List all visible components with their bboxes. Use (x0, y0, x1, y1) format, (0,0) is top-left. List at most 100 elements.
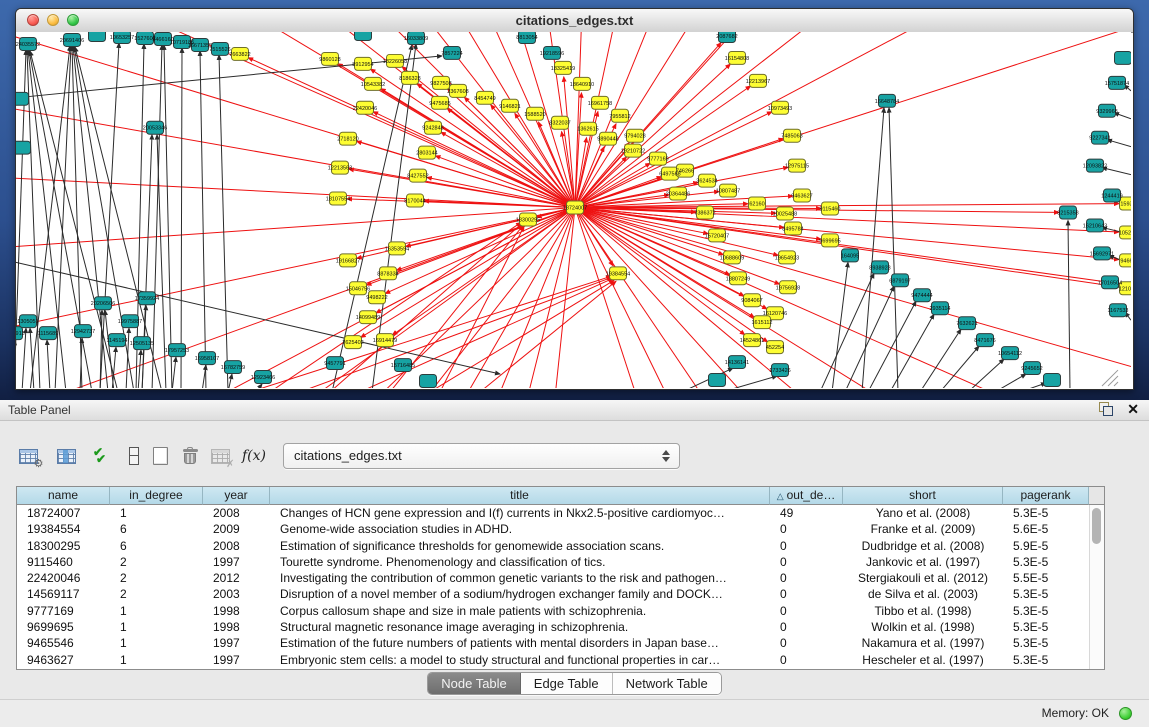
network-canvas[interactable]: 1872400718300295193845547663822986012889… (16, 32, 1131, 388)
table-cell-out_de: 0 (770, 586, 843, 602)
graph-node-label: 24035572 (16, 42, 40, 48)
table-row[interactable]: 946554611997Estimation of the future num… (17, 635, 1104, 651)
table-tabs: Node TableEdge TableNetwork Table (427, 672, 722, 695)
graph-node[interactable] (355, 32, 372, 40)
graph-node-label: 18325419 (551, 66, 575, 72)
show-columns-icon[interactable] (52, 442, 80, 470)
column-header-in_degree[interactable]: in_degree (110, 487, 203, 505)
column-header-title[interactable]: title (270, 487, 770, 505)
graph-node-label: 10973493 (768, 106, 792, 112)
tab-node-table[interactable]: Node Table (428, 673, 521, 694)
table-source-dropdown[interactable]: citations_edges.txt (283, 443, 680, 469)
graph-node-label: 9699695 (819, 238, 840, 244)
graph-node-label: 1244419 (1101, 194, 1122, 200)
table-cell-year: 1998 (203, 603, 270, 619)
delete-columns-icon[interactable] (176, 442, 204, 470)
graph-node-label: 8215358 (1057, 210, 1078, 216)
table-cell-title: Embryonic stem cells: a model to study s… (270, 652, 770, 668)
column-header-pagerank[interactable]: pagerank (1003, 487, 1089, 505)
select-all-columns-icon[interactable]: ✔✔ (88, 442, 116, 470)
table-cell-pagerank: 5.3E-5 (1003, 652, 1089, 668)
column-header-out_de[interactable]: △out_de… (770, 487, 843, 505)
table-cell-year: 1997 (203, 652, 270, 668)
graph-node-label: 7515526 (209, 47, 230, 53)
graph-node[interactable] (16, 141, 31, 154)
table-cell-in_degree: 6 (110, 538, 203, 554)
float-panel-icon[interactable] (1099, 402, 1113, 416)
column-header-name[interactable]: name (17, 487, 110, 505)
table-row[interactable]: 1872400712008Changes of HCN gene express… (17, 505, 1104, 521)
table-cell-year: 2009 (203, 521, 270, 537)
citation-graph[interactable]: 1872400718300295193845547663822986012889… (16, 32, 1131, 388)
table-cell-name: 22420046 (17, 570, 110, 586)
graph-node[interactable] (420, 375, 437, 388)
table-cell-in_degree: 1 (110, 652, 203, 668)
table-cell-out_de: 0 (770, 570, 843, 586)
graph-node[interactable] (16, 92, 29, 105)
table-row[interactable]: 977716911998Corpus callosum shape and si… (17, 603, 1104, 619)
tab-edge-table[interactable]: Edge Table (521, 673, 613, 694)
graph-node-label: 8427552 (407, 174, 428, 180)
network-window-titlebar[interactable]: citations_edges.txt (16, 9, 1133, 33)
graph-node-label: 12213967 (746, 79, 770, 85)
graph-node-label: 9475685 (429, 101, 450, 107)
table-row[interactable]: 911546021997Tourette syndrome. Phenomeno… (17, 554, 1104, 570)
graph-node-label: 7857224 (441, 51, 462, 57)
graph-node-label: 18807249 (726, 276, 750, 282)
network-window-title: citations_edges.txt (16, 9, 1133, 32)
create-new-column-icon[interactable] (146, 442, 174, 470)
table-cell-title: Structural magnetic resonance image aver… (270, 619, 770, 635)
graph-node-label: 19166827 (336, 258, 360, 264)
graph-node-label: 9474444 (911, 293, 932, 299)
graph-node-label: 19210722 (621, 149, 645, 155)
graph-node-label: 12942737 (71, 329, 95, 335)
table-row[interactable]: 946362711997Embryonic stem cells: a mode… (17, 652, 1104, 668)
table-cell-in_degree: 2 (110, 570, 203, 586)
table-panel: Table Panel ✕ ⚙✔✔✗f(x) citations_edges.t… (0, 400, 1149, 727)
table-scrollbar[interactable] (1089, 505, 1104, 669)
delete-table-icon[interactable]: ✗ (206, 442, 234, 470)
graph-node[interactable] (1044, 374, 1061, 387)
table-cell-year: 2008 (203, 505, 270, 521)
column-header-short[interactable]: short (843, 487, 1003, 505)
table-rows: 1872400712008Changes of HCN gene express… (17, 505, 1104, 668)
graph-node-label: 15046756 (346, 286, 370, 292)
table-cell-short: Jankovic et al. (1997) (843, 554, 1003, 570)
unselect-all-columns-icon[interactable] (120, 442, 148, 470)
memory-status-icon (1119, 707, 1132, 720)
graph-node-label: 8322037 (549, 121, 570, 127)
graph-node-label: 12213563 (328, 166, 352, 172)
table-cell-out_de: 0 (770, 619, 843, 635)
network-window[interactable]: citations_edges.txt 18724007183002951938… (15, 8, 1134, 390)
graph-node-label: 9245652 (1021, 366, 1042, 372)
close-panel-icon[interactable]: ✕ (1127, 402, 1139, 416)
graph-node-label: 16120746 (763, 311, 787, 317)
graph-node[interactable] (1115, 51, 1132, 64)
table-row[interactable]: 1456911722003Disruption of a novel membe… (17, 586, 1104, 602)
table-cell-in_degree: 2 (110, 586, 203, 602)
table-cell-out_de: 0 (770, 538, 843, 554)
scrollbar-thumb[interactable] (1092, 508, 1101, 544)
node-table[interactable]: namein_degreeyeartitle△out_de…shortpager… (16, 486, 1105, 670)
graph-node-label: 12923466 (251, 375, 275, 381)
table-cell-pagerank: 5.3E-5 (1003, 586, 1089, 602)
table-cell-short: Dudbridge et al. (2008) (843, 538, 1003, 554)
tab-network-table[interactable]: Network Table (613, 673, 721, 694)
graph-node[interactable] (709, 374, 726, 387)
table-cell-short: Stergiakouli et al. (2012) (843, 570, 1003, 586)
graph-node[interactable] (89, 32, 106, 41)
table-cell-year: 2003 (203, 586, 270, 602)
status-bar: Memory: OK (0, 699, 1149, 727)
table-row[interactable]: 1830029562008Estimation of significance … (17, 538, 1104, 554)
graph-node-label: 16033809 (404, 36, 428, 42)
graph-node-label: 20364486 (666, 192, 690, 198)
table-mode-icon[interactable]: ⚙ (14, 442, 42, 470)
table-row[interactable]: 1938455462009Genome-wide association stu… (17, 521, 1104, 537)
column-header-year[interactable]: year (203, 487, 270, 505)
table-row[interactable]: 969969511998Structural magnetic resonanc… (17, 619, 1104, 635)
graph-node-label: 15692971 (1090, 251, 1114, 257)
graph-node-label: 20206506 (91, 301, 115, 307)
function-builder-icon[interactable]: f(x) (240, 442, 268, 470)
table-row[interactable]: 2242004622012Investigating the contribut… (17, 570, 1104, 586)
table-cell-name: 14569117 (17, 586, 110, 602)
